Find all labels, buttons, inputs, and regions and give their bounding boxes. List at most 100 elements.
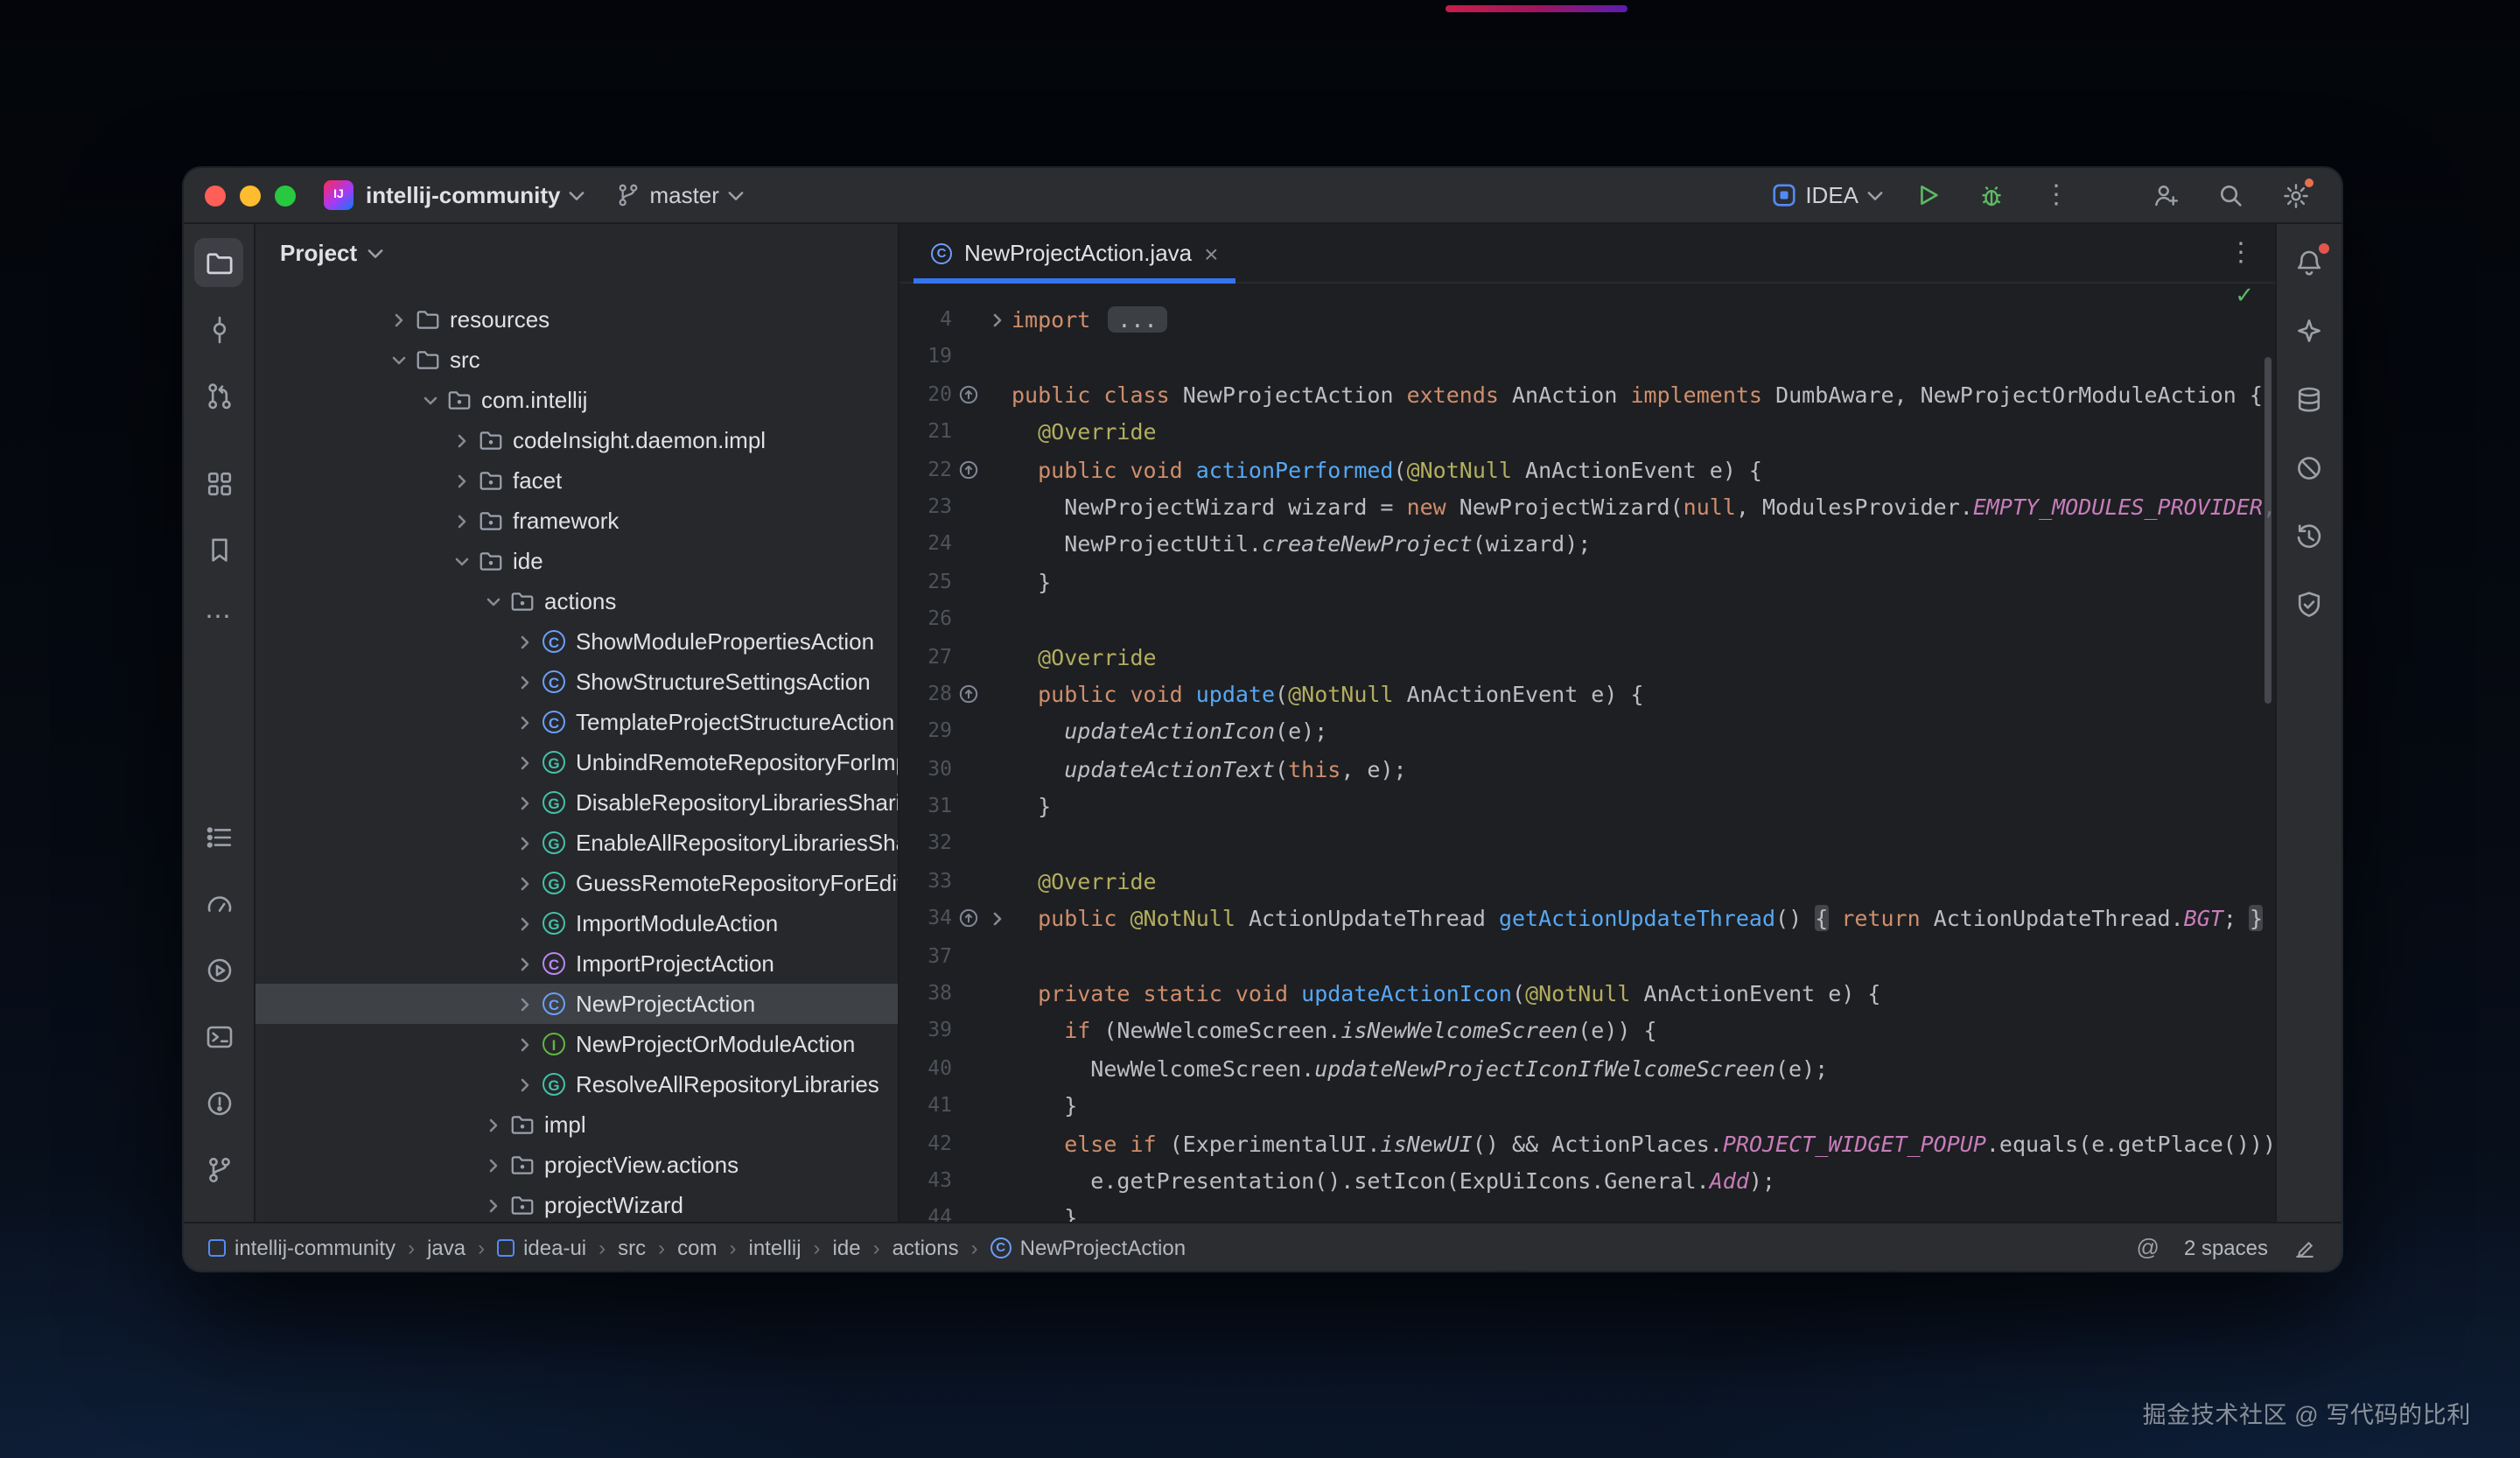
chevron-icon[interactable] xyxy=(448,473,476,487)
code-line[interactable]: 24 NewProjectUtil.createNewProject(wizar… xyxy=(900,526,2275,564)
tree-item[interactable]: CTemplateProjectStructureAction xyxy=(256,702,898,742)
run-tool-icon[interactable] xyxy=(194,945,243,994)
chevron-icon[interactable] xyxy=(511,876,539,890)
code-line[interactable]: 26 xyxy=(900,600,2275,638)
code-line[interactable]: 31 } xyxy=(900,788,2275,825)
pull-requests-icon[interactable] xyxy=(194,371,243,420)
tree-item[interactable]: CNewProjectAction xyxy=(256,984,898,1024)
code-line[interactable]: 27 @Override xyxy=(900,638,2275,676)
tree-item[interactable]: CShowStructureSettingsAction xyxy=(256,662,898,702)
tree-item[interactable]: framework xyxy=(256,501,898,541)
code-line[interactable]: 28 public void update(@NotNull AnActionE… xyxy=(900,676,2275,713)
tree-item[interactable]: GUnbindRemoteRepositoryForImportedProjec… xyxy=(256,742,898,782)
breadcrumb-item[interactable]: CNewProjectAction xyxy=(990,1235,1186,1259)
chevron-icon[interactable] xyxy=(511,796,539,810)
code-line[interactable]: 41 } xyxy=(900,1087,2275,1125)
tree-item[interactable]: GDisableRepositoryLibrariesSharing xyxy=(256,782,898,823)
code-line[interactable]: 4import ... xyxy=(900,301,2275,339)
code-line[interactable]: 32 xyxy=(900,825,2275,863)
tree-item[interactable]: projectWizard xyxy=(256,1185,898,1222)
search-icon[interactable] xyxy=(2210,174,2252,216)
more-options-button[interactable]: ⋮ xyxy=(2035,174,2077,216)
bookmarks-icon[interactable] xyxy=(194,525,243,574)
chevron-icon[interactable] xyxy=(480,1198,508,1212)
code-line[interactable]: 29 updateActionIcon(e); xyxy=(900,713,2275,751)
chevron-icon[interactable] xyxy=(511,715,539,729)
override-marker-icon[interactable] xyxy=(952,901,984,938)
code-line[interactable]: 37 xyxy=(900,937,2275,975)
zoom-button[interactable] xyxy=(275,185,296,206)
code-line[interactable]: 43 e.getPresentation().setIcon(ExpUiIcon… xyxy=(900,1162,2275,1200)
tab-options-icon[interactable]: ⋮ xyxy=(2228,240,2275,266)
ai-assistant-icon[interactable] xyxy=(2285,306,2334,355)
chevron-icon[interactable] xyxy=(480,1118,508,1132)
chevron-icon[interactable] xyxy=(511,957,539,971)
chevron-icon[interactable] xyxy=(511,634,539,648)
database-icon[interactable] xyxy=(2285,375,2334,424)
breadcrumb-item[interactable]: src xyxy=(618,1235,646,1259)
chevron-icon[interactable] xyxy=(448,514,476,528)
tab-newprojectaction[interactable]: C NewProjectAction.java × xyxy=(914,224,1236,282)
tree-item[interactable]: INewProjectOrModuleAction xyxy=(256,1024,898,1064)
settings-gear-icon[interactable] xyxy=(2275,174,2317,216)
code-line[interactable]: 33 @Override xyxy=(900,863,2275,901)
tree-item[interactable]: ide xyxy=(256,541,898,581)
tree-item[interactable]: GResolveAllRepositoryLibraries xyxy=(256,1064,898,1104)
code-line[interactable]: 44 } xyxy=(900,1200,2275,1222)
implemented-marker-icon[interactable] xyxy=(952,376,984,414)
project-icon[interactable] xyxy=(194,238,243,287)
code-line[interactable]: 34 public @NotNull ActionUpdateThread ge… xyxy=(900,901,2275,938)
inspection-status-icon[interactable]: ✓ xyxy=(2235,284,2254,310)
breadcrumb-item[interactable]: ide xyxy=(833,1235,861,1259)
tree-item[interactable]: CImportProjectAction xyxy=(256,943,898,984)
code-line[interactable]: 42 else if (ExperimentalUI.isNewUI() && … xyxy=(900,1125,2275,1162)
tree-item[interactable]: CShowModulePropertiesAction xyxy=(256,621,898,662)
chevron-icon[interactable] xyxy=(385,312,413,326)
tree-item[interactable]: projectView.actions xyxy=(256,1145,898,1185)
run-configuration-selector[interactable]: IDEA xyxy=(1770,182,1883,208)
chevron-icon[interactable] xyxy=(385,353,413,367)
override-marker-icon[interactable] xyxy=(952,451,984,488)
project-panel-header[interactable]: Project xyxy=(256,224,898,282)
breadcrumb-item[interactable]: idea-ui xyxy=(497,1235,586,1259)
chevron-icon[interactable] xyxy=(511,916,539,930)
tab-close-icon[interactable]: × xyxy=(1204,241,1218,265)
chevron-icon[interactable] xyxy=(480,1158,508,1172)
code-line[interactable]: 30 updateActionText(this, e); xyxy=(900,750,2275,788)
tree-item[interactable]: com.intellij xyxy=(256,380,898,420)
debug-button[interactable] xyxy=(1970,174,2012,216)
code-line[interactable]: 25 } xyxy=(900,563,2275,600)
chevron-icon[interactable] xyxy=(511,1037,539,1051)
no-entry-icon[interactable] xyxy=(2285,443,2334,492)
breadcrumb-item[interactable]: java xyxy=(427,1235,466,1259)
commit-icon[interactable] xyxy=(194,305,243,354)
chevron-icon[interactable] xyxy=(511,675,539,689)
tree-item[interactable]: facet xyxy=(256,460,898,501)
tree-item[interactable]: codeInsight.daemon.impl xyxy=(256,420,898,460)
breadcrumb-item[interactable]: actions xyxy=(892,1235,959,1259)
tree-item[interactable]: impl xyxy=(256,1104,898,1145)
shield-check-icon[interactable] xyxy=(2285,579,2334,628)
override-marker-icon[interactable] xyxy=(952,676,984,713)
tree-item[interactable]: actions xyxy=(256,581,898,621)
close-button[interactable] xyxy=(205,185,226,206)
breadcrumb-item[interactable]: intellij-community xyxy=(208,1235,396,1259)
at-icon[interactable]: @ xyxy=(2137,1234,2160,1260)
history-icon[interactable] xyxy=(2285,511,2334,560)
fold-chevron-icon[interactable] xyxy=(984,301,1012,339)
code-line[interactable]: 22 public void actionPerformed(@NotNull … xyxy=(900,451,2275,488)
structure-icon[interactable] xyxy=(194,459,243,508)
project-selector[interactable]: intellij-community xyxy=(366,182,584,208)
editor-scrollbar[interactable] xyxy=(2264,357,2272,704)
breadcrumb-item[interactable]: com xyxy=(677,1235,717,1259)
indent-setting[interactable]: 2 spaces xyxy=(2184,1235,2268,1259)
chevron-icon[interactable] xyxy=(448,433,476,447)
chevron-icon[interactable] xyxy=(511,836,539,850)
git-icon[interactable] xyxy=(194,1145,243,1194)
add-user-button[interactable] xyxy=(2146,174,2188,216)
profiler-icon[interactable] xyxy=(194,879,243,928)
fold-chevron-icon[interactable] xyxy=(984,901,1012,938)
tree-item[interactable]: resources xyxy=(256,299,898,340)
todo-icon[interactable] xyxy=(194,812,243,861)
chevron-icon[interactable] xyxy=(511,755,539,769)
